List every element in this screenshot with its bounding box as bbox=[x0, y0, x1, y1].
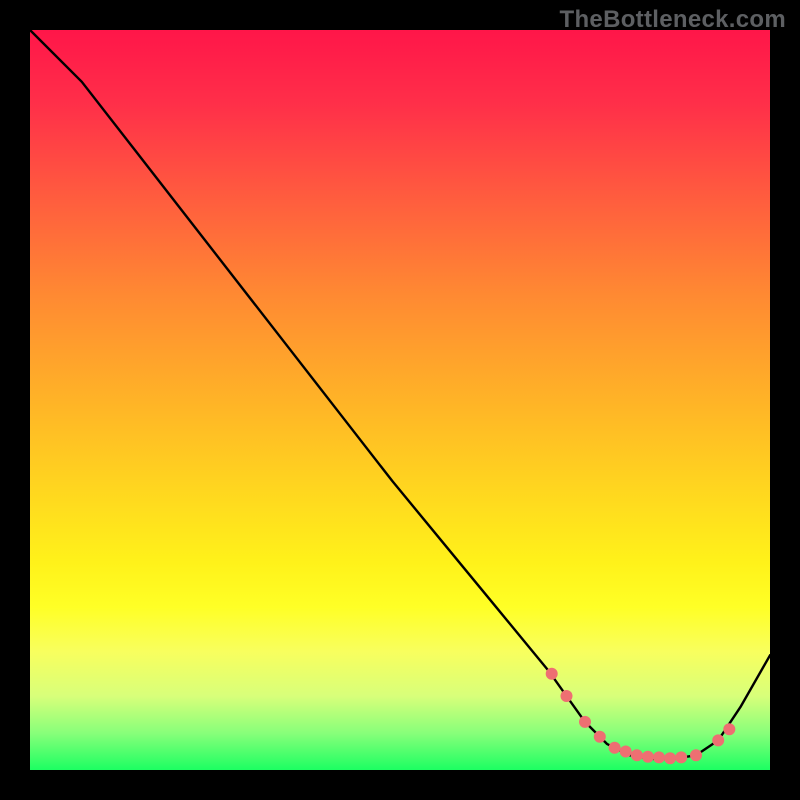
highlight-point bbox=[712, 734, 724, 746]
highlight-point bbox=[620, 746, 632, 758]
watermark-text: TheBottleneck.com bbox=[560, 6, 786, 34]
highlight-point bbox=[561, 690, 573, 702]
highlight-point bbox=[664, 752, 676, 764]
bottleneck-curve bbox=[30, 30, 770, 759]
highlight-point bbox=[675, 751, 687, 763]
highlight-point bbox=[579, 716, 591, 728]
highlight-point bbox=[690, 749, 702, 761]
highlight-point-group bbox=[546, 668, 736, 764]
highlight-point bbox=[642, 751, 654, 763]
chart-svg bbox=[30, 30, 770, 770]
chart-frame: TheBottleneck.com bbox=[0, 0, 800, 800]
highlight-point bbox=[609, 742, 621, 754]
highlight-point bbox=[594, 731, 606, 743]
highlight-point bbox=[653, 751, 665, 763]
highlight-point bbox=[631, 749, 643, 761]
highlight-point bbox=[723, 723, 735, 735]
highlight-point bbox=[546, 668, 558, 680]
